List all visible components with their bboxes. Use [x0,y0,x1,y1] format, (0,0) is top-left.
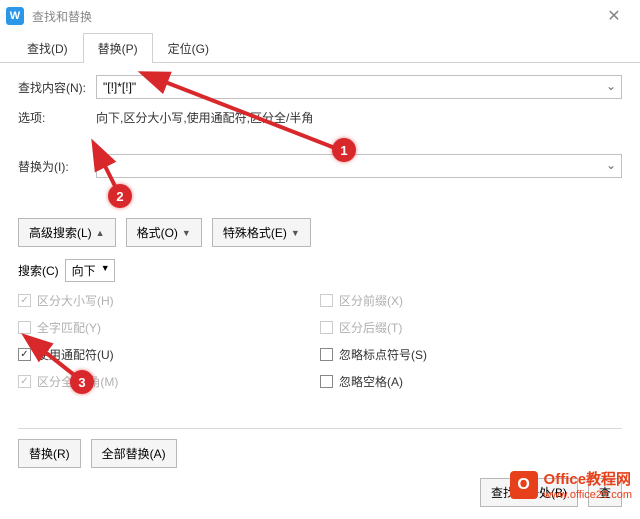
search-label: 搜索(C) [18,262,59,279]
search-direction-select[interactable]: 向下 ▼ [65,259,115,282]
tab-replace[interactable]: 替换(P) [83,33,153,63]
watermark-url: www.office26.com [544,489,632,501]
check-label: 忽略空格(A) [339,373,403,390]
dialog-body: 查找内容(N): ⌄ 选项: 向下,区分大小写,使用通配符,区分全/半角 替换为… [0,63,640,412]
replace-all-button[interactable]: 全部替换(A) [91,439,177,468]
annotation-bubble-3: 3 [70,370,94,394]
check-ignore-space[interactable]: 忽略空格(A) [320,373,622,390]
annotation-bubble-1: 1 [332,138,356,162]
chevron-down-icon: ▼ [182,228,191,238]
watermark-title: Office教程网 [544,468,632,489]
check-whole-word: 全字匹配(Y) [18,319,320,336]
check-label: 忽略标点符号(S) [339,346,427,363]
find-content-label: 查找内容(N): [18,79,96,96]
window-title: 查找和替换 [32,8,594,25]
tab-find[interactable]: 查找(D) [12,33,83,63]
advanced-search-button[interactable]: 高级搜索(L) ▲ [18,218,116,247]
check-label: 区分后缀(T) [339,319,402,336]
close-button[interactable]: ✕ [594,1,634,31]
annotation-bubble-2: 2 [108,184,132,208]
chevron-down-icon: ▼ [291,228,300,238]
tab-bar: 查找(D) 替换(P) 定位(G) [0,32,640,63]
special-label: 特殊格式(E) [223,224,287,241]
check-fullhalf: ✓ 区分全/半角(M) [18,373,320,390]
checkbox-icon [320,294,333,307]
check-label: 区分大小写(H) [37,292,114,309]
chevron-up-icon: ▲ [96,228,105,238]
check-label: 使用通配符(U) [37,346,114,363]
replace-button[interactable]: 替换(R) [18,439,81,468]
search-direction-value: 向下 [72,264,96,278]
tab-goto[interactable]: 定位(G) [153,33,224,63]
checkbox-icon [320,348,333,361]
format-button[interactable]: 格式(O) ▼ [126,218,202,247]
btn-label: 全部替换(A) [102,445,166,462]
check-prefix: 区分前缀(X) [320,292,622,309]
office-logo-icon: O [510,471,538,499]
watermark: O Office教程网 www.office26.com [510,468,632,501]
format-label: 格式(O) [137,224,178,241]
replace-with-label: 替换为(I): [18,158,96,175]
check-suffix: 区分后缀(T) [320,319,622,336]
checkbox-icon [320,375,333,388]
check-ignore-punct[interactable]: 忽略标点符号(S) [320,346,622,363]
checkbox-icon: ✓ [18,348,31,361]
checkbox-icon [18,321,31,334]
checkbox-icon: ✓ [18,294,31,307]
chevron-down-icon: ▼ [101,263,110,273]
replace-with-input[interactable] [96,154,622,178]
check-label: 全字匹配(Y) [37,319,101,336]
advanced-search-label: 高级搜索(L) [29,224,92,241]
find-content-input[interactable] [96,75,622,99]
titlebar: W 查找和替换 ✕ [0,0,640,32]
check-wildcards[interactable]: ✓ 使用通配符(U) [18,346,320,363]
check-match-case: ✓ 区分大小写(H) [18,292,320,309]
checkbox-icon [320,321,333,334]
options-label: 选项: [18,109,96,126]
checkbox-icon: ✓ [18,375,31,388]
special-format-button[interactable]: 特殊格式(E) ▼ [212,218,311,247]
app-icon: W [6,7,24,25]
btn-label: 替换(R) [29,445,70,462]
check-label: 区分前缀(X) [339,292,403,309]
options-text: 向下,区分大小写,使用通配符,区分全/半角 [96,107,313,128]
